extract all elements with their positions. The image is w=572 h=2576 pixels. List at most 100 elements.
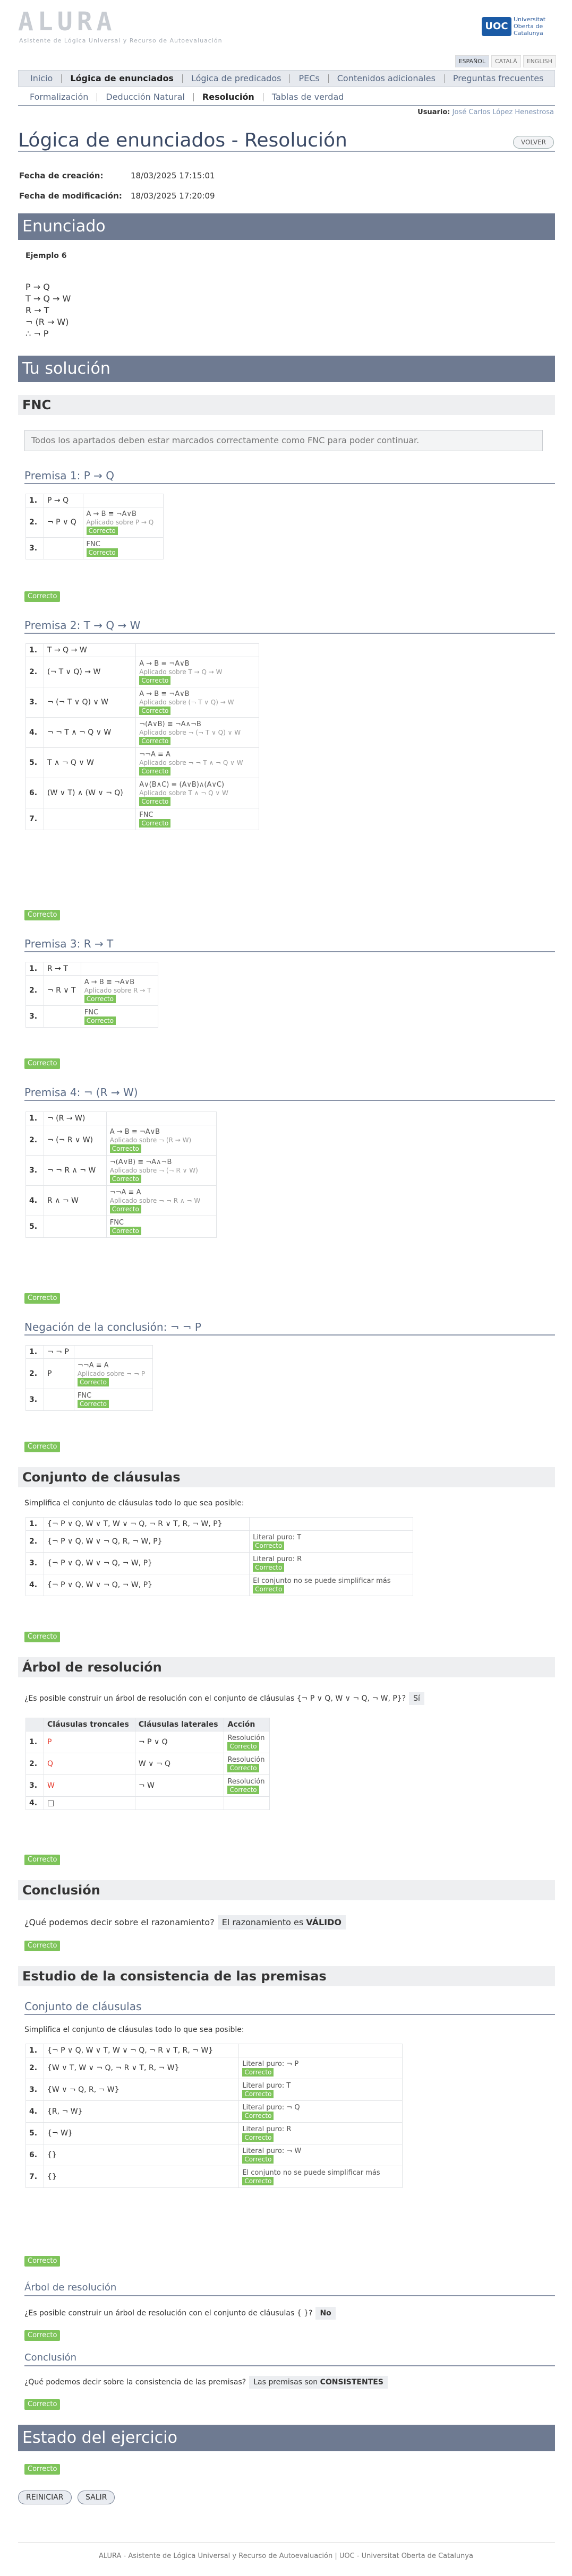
tree-header-cell: Cláusulas laterales bbox=[134, 1718, 225, 1731]
premise: P → Q bbox=[25, 282, 50, 292]
rule-text: A → B ≡ ¬A∨B bbox=[109, 1128, 160, 1136]
premise1-status: Correcto bbox=[24, 591, 61, 602]
step-row: 1. ¬ ¬ P bbox=[25, 1345, 153, 1359]
example-title: Ejemplo 6 bbox=[25, 252, 67, 260]
step-number: 2. bbox=[25, 975, 44, 1006]
premise4-title: Premisa 4: ¬ (R → W) bbox=[24, 1085, 555, 1101]
step-rule bbox=[80, 962, 159, 976]
tree-row: 2. Q W ∨ ¬ Q Resolución Correcto bbox=[25, 1753, 270, 1775]
premise1-title: Premisa 1: P → Q bbox=[24, 468, 555, 484]
alura-logo[interactable]: ALURA bbox=[18, 8, 116, 35]
step-formula bbox=[44, 1005, 81, 1028]
step-status: Correcto bbox=[139, 819, 171, 828]
rule-text: ¬(A∨B) ≡ ¬A∧¬B bbox=[139, 720, 201, 728]
step-status: Correcto bbox=[139, 676, 171, 685]
step-row: 1. P → Q bbox=[25, 494, 164, 507]
step-formula: P → Q bbox=[44, 494, 83, 507]
clause-status: Correcto bbox=[253, 1563, 285, 1572]
uoc-text: Universitat Oberta de Catalunya bbox=[514, 16, 546, 37]
conclusion-answer[interactable]: El razonamiento es VÁLIDO bbox=[217, 1915, 346, 1929]
clause-row: 4. {R, ¬ W} Literal puro: ¬ Q Correcto bbox=[25, 2100, 403, 2123]
clause-number: 5. bbox=[25, 2122, 44, 2144]
trunk-clause: Q bbox=[44, 1753, 135, 1775]
tree-answer[interactable]: Sí bbox=[409, 1692, 424, 1705]
consistency-answer[interactable]: Las premisas son CONSISTENTES bbox=[249, 2376, 388, 2389]
nav-pecs[interactable]: PECs bbox=[290, 74, 329, 83]
consistency-question: ¿Qué podemos decir sobre la consistencia… bbox=[24, 2376, 388, 2389]
back-button[interactable]: VOLVER bbox=[513, 136, 554, 149]
consistency-tree-answer[interactable]: No bbox=[315, 2307, 336, 2320]
clause-status: Correcto bbox=[242, 2068, 274, 2077]
lang-es[interactable]: ESPAÑOL bbox=[455, 55, 489, 67]
nav-faq[interactable]: Preguntas frecuentes bbox=[445, 74, 552, 83]
subnav-tablas[interactable]: Tablas de verdad bbox=[263, 93, 353, 101]
nav-inicio[interactable]: Inicio bbox=[22, 74, 62, 83]
clause-action: Literal puro: ¬ P Correcto bbox=[238, 2057, 403, 2079]
rule-text: A → B ≡ ¬A∨B bbox=[139, 660, 190, 668]
consistency-answer-text: Las premisas son bbox=[253, 2378, 320, 2387]
step-formula: ¬ R ∨ T bbox=[44, 975, 81, 1006]
step-rule: ¬(A∨B) ≡ ¬A∧¬B Aplicado sobre ¬ (¬ R ∨ W)… bbox=[106, 1155, 217, 1186]
clause-row: 3. {W ∨ ¬ Q, R, ¬ W} Literal puro: T Correc… bbox=[25, 2079, 403, 2101]
step-number: 2. bbox=[25, 1358, 44, 1389]
step-rule bbox=[106, 1112, 217, 1125]
created-label: Fecha de creación: bbox=[19, 171, 104, 180]
clause-number: 1. bbox=[25, 2044, 44, 2057]
step-rule: FNC Correcto bbox=[106, 1216, 217, 1238]
fnc-section-title: FNC bbox=[18, 395, 555, 415]
uoc-logo[interactable]: UOC Universitat Oberta de Catalunya bbox=[482, 16, 556, 37]
lang-en[interactable]: ENGLISH bbox=[523, 55, 556, 67]
premise2-title: Premisa 2: T → Q → W bbox=[24, 618, 555, 634]
step-status: Correcto bbox=[139, 767, 171, 776]
clause-number: 3. bbox=[25, 1552, 44, 1574]
tree-table: Cláusulas troncales Cláusulas laterales Ac… bbox=[25, 1718, 270, 1810]
step-rule: ¬¬A ≡ A Aplicado sobre ¬ ¬ P Correcto bbox=[73, 1358, 153, 1389]
subnav-resolucion[interactable]: Resolución bbox=[194, 93, 263, 101]
nav-logica-predicados[interactable]: Lógica de predicados bbox=[183, 74, 291, 83]
step-number: 5. bbox=[25, 747, 44, 778]
tree-action bbox=[224, 1796, 270, 1810]
step-formula: ¬ ¬ T ∧ ¬ Q ∨ W bbox=[43, 717, 136, 748]
step-rule: ¬¬A ≡ A Aplicado sobre ¬ ¬ T ∧ ¬ Q ∨ W Cor… bbox=[135, 747, 259, 778]
side-clause: W ∨ ¬ Q bbox=[134, 1753, 225, 1775]
consistency-conclusion-title: Conclusión bbox=[24, 2350, 555, 2366]
step-number: 3. bbox=[25, 1389, 44, 1411]
tree-action: Resolución Correcto bbox=[224, 1774, 270, 1797]
action-text: Literal puro: ¬ P bbox=[242, 2060, 299, 2068]
nav-logica-enunciados[interactable]: Lógica de enunciados bbox=[62, 74, 183, 83]
step-status: Correcto bbox=[77, 1400, 109, 1408]
step-status: Correcto bbox=[139, 797, 171, 806]
lang-ca[interactable]: CATALÀ bbox=[491, 55, 521, 67]
enunciado-bar: Enunciado bbox=[18, 213, 555, 240]
clause-status: Correcto bbox=[253, 1585, 285, 1593]
step-status: Correcto bbox=[109, 1144, 141, 1153]
clause-row: 2. {W ∨ T, W ∨ ¬ Q, ¬ R ∨ T, R, ¬ W} Liter… bbox=[25, 2057, 403, 2079]
tree-question: ¿Es posible construir un árbol de resolu… bbox=[24, 1692, 424, 1705]
consistency-clauses-title: Conjunto de cláusulas bbox=[24, 1999, 555, 2015]
step-rule: FNC Correcto bbox=[135, 808, 259, 830]
rule-text: ¬¬A ≡ A bbox=[77, 1362, 109, 1369]
step-row: 3. FNC Correcto bbox=[25, 1389, 153, 1411]
applied-text: Aplicado sobre T ∧ ¬ Q ∨ W bbox=[139, 789, 228, 797]
clause-action: Literal puro: T Correcto bbox=[238, 2079, 403, 2101]
action-text: Literal puro: T bbox=[253, 1533, 302, 1541]
conclusion: ∴ ¬ P bbox=[25, 329, 49, 339]
step-status: Correcto bbox=[109, 1227, 141, 1235]
nav-contenidos[interactable]: Contenidos adicionales bbox=[329, 74, 445, 83]
language-selector: ESPAÑOL CATALÀ ENGLISH bbox=[455, 55, 556, 67]
clause-row: 2. {¬ P ∨ Q, W ∨ ¬ Q, R, ¬ W, P} Literal p… bbox=[25, 1530, 413, 1553]
tree-header: Cláusulas troncales Cláusulas laterales Ac… bbox=[25, 1718, 270, 1731]
clause-action: El conjunto no se puede simplificar más C… bbox=[249, 1574, 413, 1596]
subnav-deduccion[interactable]: Deducción Natural bbox=[97, 93, 194, 101]
reset-button[interactable]: REINICIAR bbox=[18, 2491, 72, 2504]
subnav-formalizacion[interactable]: Formalización bbox=[21, 93, 98, 101]
negation-table: 1. ¬ ¬ P 2. P ¬¬A ≡ A Aplicado sobre ¬ ¬ P Cor… bbox=[25, 1345, 153, 1411]
step-status: Correcto bbox=[139, 707, 171, 715]
premise: ¬ (R → W) bbox=[25, 317, 69, 327]
applied-text: Aplicado sobre R → T bbox=[84, 987, 151, 994]
step-formula: T ∧ ¬ Q ∨ W bbox=[43, 747, 136, 778]
side-clause: ¬ W bbox=[134, 1774, 225, 1797]
exit-button[interactable]: SALIR bbox=[78, 2491, 115, 2504]
tree-row: 1. P ¬ P ∨ Q Resolución Correcto bbox=[25, 1731, 270, 1753]
step-number: 3. bbox=[25, 1155, 44, 1186]
